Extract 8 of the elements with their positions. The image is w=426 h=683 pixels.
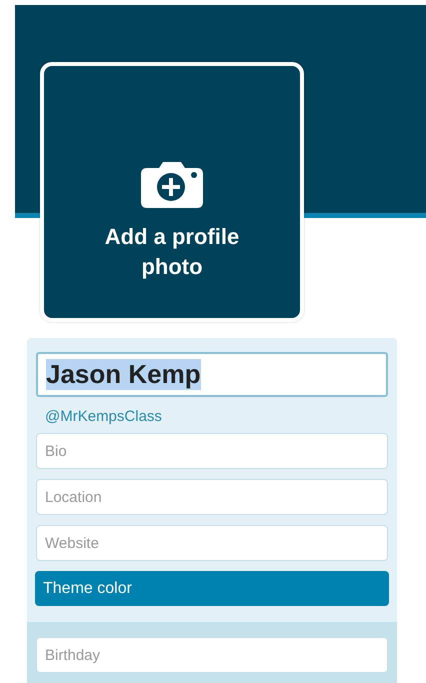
camera-plus-icon [139,160,205,208]
name-input-field[interactable]: Jason Kemp [36,352,388,397]
username-handle: @MrKempsClass [45,408,162,425]
theme-color-button[interactable]: Theme color [35,571,389,606]
birthday-input-field[interactable]: Birthday [36,637,388,673]
input-field[interactable]: Website [36,525,388,561]
input-field[interactable]: Bio [36,433,388,469]
input-field[interactable]: Location [36,479,388,515]
